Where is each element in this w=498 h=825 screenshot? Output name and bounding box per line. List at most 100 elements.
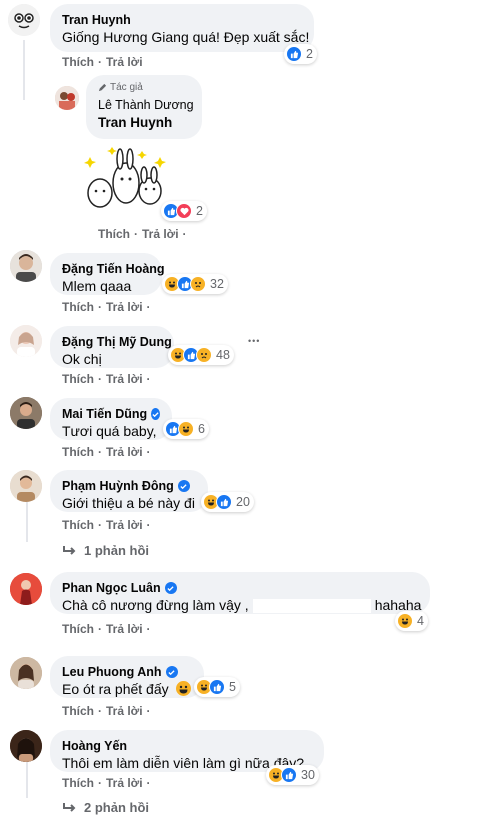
- like-button[interactable]: Thích: [62, 445, 94, 459]
- commenter-name[interactable]: Đặng Tiến Hoàng: [62, 261, 165, 277]
- reaction-summary[interactable]: 4: [395, 611, 428, 631]
- reaction-count: 6: [198, 422, 205, 436]
- comment-actions: Thích · Trả lời ·: [62, 372, 151, 386]
- like-button[interactable]: Thích: [62, 776, 94, 790]
- reply-bubble: Tác giả Lê Thành Dương Tran Huynh: [86, 75, 202, 139]
- reply-button[interactable]: Trả lời: [142, 227, 179, 241]
- reaction-summary[interactable]: 30: [266, 765, 319, 785]
- comment-actions: Thích · Trả lời ·: [62, 300, 151, 314]
- comment-bubble: Leu Phuong Anh Eo ót ra phết đấy: [50, 656, 204, 698]
- comment-text: Eo ót ra phết đấy: [62, 680, 192, 699]
- thread-line: [26, 762, 28, 798]
- reply-arrow-icon: [63, 802, 76, 812]
- comment-bubble: Phan Ngọc Luân Chà cô nương đừng làm vậy…: [50, 572, 430, 614]
- avatar[interactable]: [10, 657, 42, 689]
- avatar[interactable]: [8, 4, 40, 36]
- mention-link[interactable]: Tran Huynh: [98, 113, 190, 132]
- reaction-count: 48: [216, 348, 230, 362]
- comment-text: Giới thiệu a bé này đi: [62, 495, 195, 511]
- comment-actions: Thích · Trả lời ·: [62, 776, 151, 790]
- haha-reaction-icon: [397, 613, 413, 629]
- reply-button[interactable]: Trả lời: [106, 776, 143, 790]
- reaction-count: 30: [301, 768, 315, 782]
- like-button[interactable]: Thích: [62, 300, 94, 314]
- comment-bubble: Phạm Huỳnh Đông Giới thiệu a bé này đi: [50, 470, 208, 512]
- reply-button[interactable]: Trả lời: [106, 704, 143, 718]
- love-reaction-icon: [176, 203, 192, 219]
- verified-badge-icon: [151, 408, 160, 420]
- comment-text: Ok chị: [62, 351, 102, 367]
- grinning-emoji-icon: [175, 681, 191, 696]
- like-reaction-icon: [286, 46, 302, 62]
- reaction-count: 4: [417, 614, 424, 628]
- comment-actions: Thích · Trả lời ·: [62, 518, 151, 532]
- reaction-summary[interactable]: 5: [194, 677, 240, 697]
- view-replies-link[interactable]: 2 phản hồi: [62, 800, 149, 815]
- reply-button[interactable]: Trả lời: [106, 55, 143, 69]
- commenter-name[interactable]: Mai Tiến Dũng: [62, 406, 160, 422]
- commenter-name[interactable]: Phạm Huỳnh Đông: [62, 478, 196, 494]
- haha-reaction-icon: [178, 421, 194, 437]
- comment-text: Giống Hương Giang quá! Đẹp xuất sắc!: [62, 29, 310, 45]
- commenter-name[interactable]: Hoàng Yến: [62, 738, 312, 754]
- thread-line: [26, 502, 28, 542]
- like-button[interactable]: Thích: [62, 622, 94, 636]
- like-button[interactable]: Thích: [62, 704, 94, 718]
- like-button[interactable]: Thích: [62, 372, 94, 386]
- avatar[interactable]: [55, 86, 79, 110]
- sad-reaction-icon: [196, 347, 212, 363]
- commenter-name[interactable]: Lê Thành Dương: [98, 97, 194, 113]
- reply-button[interactable]: Trả lời: [106, 300, 143, 314]
- reply-button[interactable]: Trả lời: [106, 445, 143, 459]
- avatar[interactable]: [10, 250, 42, 282]
- commenter-name[interactable]: Phan Ngọc Luân: [62, 580, 418, 596]
- avatar[interactable]: [10, 325, 42, 357]
- author-badge: Tác giả: [98, 82, 190, 93]
- reaction-count: 5: [229, 680, 236, 694]
- like-reaction-icon: [281, 767, 297, 783]
- verified-badge-icon: [164, 582, 177, 594]
- reaction-summary[interactable]: 48: [168, 345, 234, 365]
- reaction-count: 2: [306, 47, 313, 61]
- reaction-summary[interactable]: 6: [163, 419, 209, 439]
- reply-arrow-icon: [63, 545, 76, 555]
- commenter-name[interactable]: Tran Huynh: [62, 12, 302, 28]
- sad-reaction-icon: [190, 276, 206, 292]
- reaction-count: 2: [196, 204, 203, 218]
- avatar[interactable]: [10, 730, 42, 762]
- comment-bubble: Đặng Tiến Hoàng Mlem qaaa: [50, 253, 165, 295]
- reply-button[interactable]: Trả lời: [106, 372, 143, 386]
- comment-actions: Thích · Trả lời: [62, 55, 143, 69]
- avatar[interactable]: [10, 397, 42, 429]
- reply-button[interactable]: Trả lời: [106, 518, 143, 532]
- like-button[interactable]: Thích: [98, 227, 130, 241]
- comment-bubble: Đặng Thị Mỹ Dung Ok chị: [50, 326, 174, 368]
- commenter-name[interactable]: Đặng Thị Mỹ Dung: [62, 334, 172, 350]
- reaction-summary[interactable]: 2: [161, 201, 207, 221]
- comment-text: Tươi quá baby,: [62, 423, 157, 439]
- comment-actions: Thích · Trả lời ·: [62, 445, 151, 459]
- reaction-count: 20: [236, 495, 250, 509]
- comment-text: Mlem qaaa: [62, 278, 132, 294]
- verified-badge-icon: [177, 480, 190, 492]
- reaction-summary[interactable]: 2: [284, 44, 317, 64]
- avatar[interactable]: [10, 573, 42, 605]
- reaction-count: 32: [210, 277, 224, 291]
- thread-line: [23, 40, 25, 100]
- like-reaction-icon: [209, 679, 225, 695]
- comment-bubble: Mai Tiến Dũng Tươi quá baby,: [50, 398, 172, 440]
- like-reaction-icon: [216, 494, 232, 510]
- reply-button[interactable]: Trả lời: [106, 622, 143, 636]
- more-options-icon[interactable]: •••: [248, 336, 260, 346]
- bunny-sticker-icon: [84, 143, 168, 219]
- like-button[interactable]: Thích: [62, 55, 94, 69]
- comment-actions: Thích · Trả lời ·: [62, 704, 151, 718]
- comment-actions: Thích · Trả lời ·: [98, 227, 187, 241]
- like-button[interactable]: Thích: [62, 518, 94, 532]
- reaction-summary[interactable]: 32: [162, 274, 228, 294]
- avatar[interactable]: [10, 470, 42, 502]
- commenter-name[interactable]: Leu Phuong Anh: [62, 664, 192, 680]
- comment-text: Chà cô nương đừng làm vậy , hahaha: [62, 597, 422, 614]
- view-replies-link[interactable]: 1 phản hồi: [62, 543, 149, 558]
- reaction-summary[interactable]: 20: [201, 492, 254, 512]
